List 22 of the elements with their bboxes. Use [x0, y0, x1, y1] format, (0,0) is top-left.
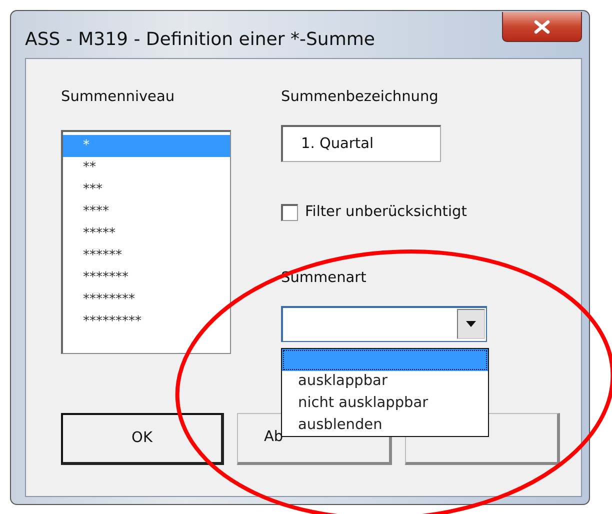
caret-icon: [466, 321, 476, 327]
level-list-item[interactable]: ********: [63, 289, 230, 311]
level-list-item[interactable]: **: [63, 157, 230, 179]
level-list-item[interactable]: *********: [63, 311, 230, 333]
level-list-item[interactable]: *******: [63, 267, 230, 289]
type-label: Summenart: [281, 269, 368, 288]
type-combobox[interactable]: [281, 306, 487, 342]
window-title: ASS - M319 - Definition einer *-Summe: [25, 28, 375, 52]
name-label: Summenbezeichnung: [281, 88, 440, 107]
filter-label: Filter unberücksichtigt: [305, 203, 467, 222]
close-button[interactable]: [502, 12, 582, 42]
dialog-button[interactable]: OK: [61, 413, 224, 465]
level-list-item[interactable]: ******: [63, 245, 230, 267]
level-label: Summenniveau: [61, 88, 176, 107]
dropdown-button[interactable]: [457, 309, 485, 339]
filter-checkbox[interactable]: [281, 204, 298, 220]
close-icon: [533, 20, 551, 34]
level-list-item[interactable]: ***: [63, 179, 230, 201]
level-list-item[interactable]: *****: [63, 223, 230, 245]
level-list-item[interactable]: ****: [63, 201, 230, 223]
dropdown-option[interactable]: [282, 349, 488, 371]
name-input-field[interactable]: 1. Quartal: [281, 125, 441, 162]
